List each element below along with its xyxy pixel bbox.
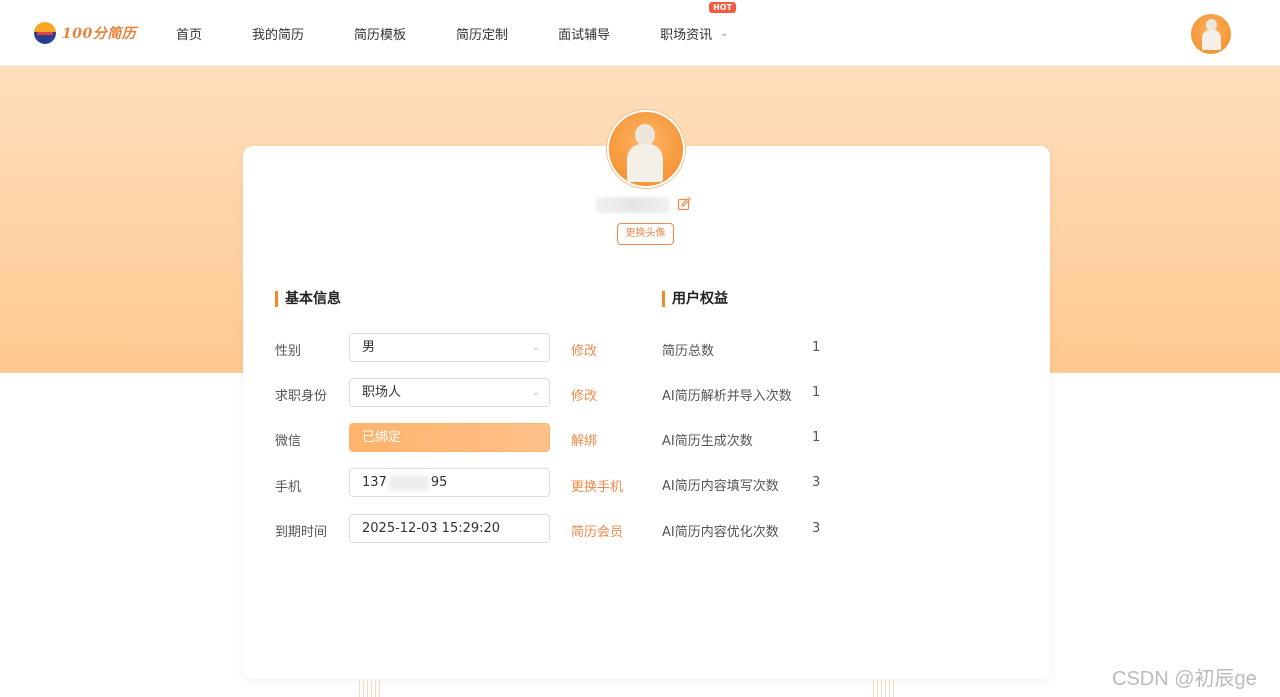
job-identity-label: 求职身份 xyxy=(275,389,328,404)
gender-select[interactable]: 男 ⌄ xyxy=(349,333,550,362)
nav-label: 职场资讯 xyxy=(660,27,713,43)
logo-text: 100分简历 xyxy=(62,26,137,42)
nav-label: 简历模板 xyxy=(354,27,407,43)
nav-label: 面试辅导 xyxy=(558,27,611,43)
nav-item-my-resume[interactable]: 我的简历 xyxy=(252,24,304,43)
site-logo[interactable]: 100分简历 xyxy=(34,22,136,44)
chevron-down-icon: ⌄ xyxy=(720,27,729,39)
benefit-value: 1 xyxy=(812,430,821,445)
profile-avatar[interactable] xyxy=(607,110,685,188)
edit-icon[interactable] xyxy=(677,197,691,211)
benefit-label: AI简历生成次数 xyxy=(662,434,753,449)
phone-redacted xyxy=(388,474,429,491)
job-identity-select[interactable]: 职场人 ⌄ xyxy=(349,378,550,407)
benefit-label: AI简历内容优化次数 xyxy=(662,525,779,540)
nav-item-career-news[interactable]: 职场资讯 HOT ⌄ xyxy=(660,1,737,43)
expiry-value: 2025-12-03 15:29:20 xyxy=(362,521,501,536)
benefit-label: AI简历内容填写次数 xyxy=(662,479,779,494)
chevron-down-icon: ⌄ xyxy=(531,342,540,353)
decorative-stripes xyxy=(359,680,381,697)
expiry-label: 到期时间 xyxy=(275,525,328,540)
nav-label: 我的简历 xyxy=(252,27,305,43)
main-nav: 首页 我的简历 简历模板 简历定制 面试辅导 职场资讯 HOT ⌄ xyxy=(176,0,778,66)
nav-item-home[interactable]: 首页 xyxy=(176,24,202,43)
phone-field: 137 95 xyxy=(349,468,550,497)
wechat-label: 微信 xyxy=(275,434,302,449)
job-identity-value: 职场人 xyxy=(362,385,402,400)
unbind-wechat-link[interactable]: 解绑 xyxy=(571,430,597,449)
benefit-value: 3 xyxy=(812,475,821,490)
benefit-value: 1 xyxy=(812,385,821,400)
gender-label: 性别 xyxy=(275,344,302,359)
decorative-stripes xyxy=(873,680,895,697)
edit-identity-link[interactable]: 修改 xyxy=(571,385,597,404)
benefit-label: AI简历解析并导入次数 xyxy=(662,389,792,404)
change-phone-link[interactable]: 更换手机 xyxy=(571,476,623,495)
phone-label: 手机 xyxy=(275,480,302,495)
benefit-label: 简历总数 xyxy=(662,344,715,359)
resume-membership-link[interactable]: 简历会员 xyxy=(571,521,623,540)
phone-suffix: 95 xyxy=(430,475,448,490)
user-avatar[interactable] xyxy=(1191,14,1231,54)
username-redacted xyxy=(596,197,670,213)
nav-item-custom[interactable]: 简历定制 xyxy=(456,24,508,43)
change-avatar-button[interactable]: 更换头像 xyxy=(617,223,674,245)
nav-item-interview[interactable]: 面试辅导 xyxy=(558,24,610,43)
benefit-value: 3 xyxy=(812,521,821,536)
gender-value: 男 xyxy=(362,340,376,355)
logo-icon xyxy=(34,22,56,44)
csdn-watermark: CSDN @初辰ge xyxy=(1112,668,1257,690)
nav-label: 简历定制 xyxy=(456,27,509,43)
benefits-title: 用户权益 xyxy=(662,290,728,308)
top-header: 100分简历 首页 我的简历 简历模板 简历定制 面试辅导 职场资讯 HOT ⌄ xyxy=(0,0,1280,66)
basic-info-title: 基本信息 xyxy=(275,290,341,308)
wechat-status: 已绑定 xyxy=(349,423,550,452)
phone-prefix: 137 xyxy=(362,475,387,490)
benefit-value: 1 xyxy=(812,340,821,355)
chevron-down-icon: ⌄ xyxy=(531,387,540,398)
edit-gender-link[interactable]: 修改 xyxy=(571,340,597,359)
nav-label: 首页 xyxy=(176,27,203,43)
wechat-status-value: 已绑定 xyxy=(362,430,402,445)
nav-item-templates[interactable]: 简历模板 xyxy=(354,24,406,43)
hot-badge: HOT xyxy=(709,1,737,13)
expiry-field: 2025-12-03 15:29:20 xyxy=(349,514,550,543)
